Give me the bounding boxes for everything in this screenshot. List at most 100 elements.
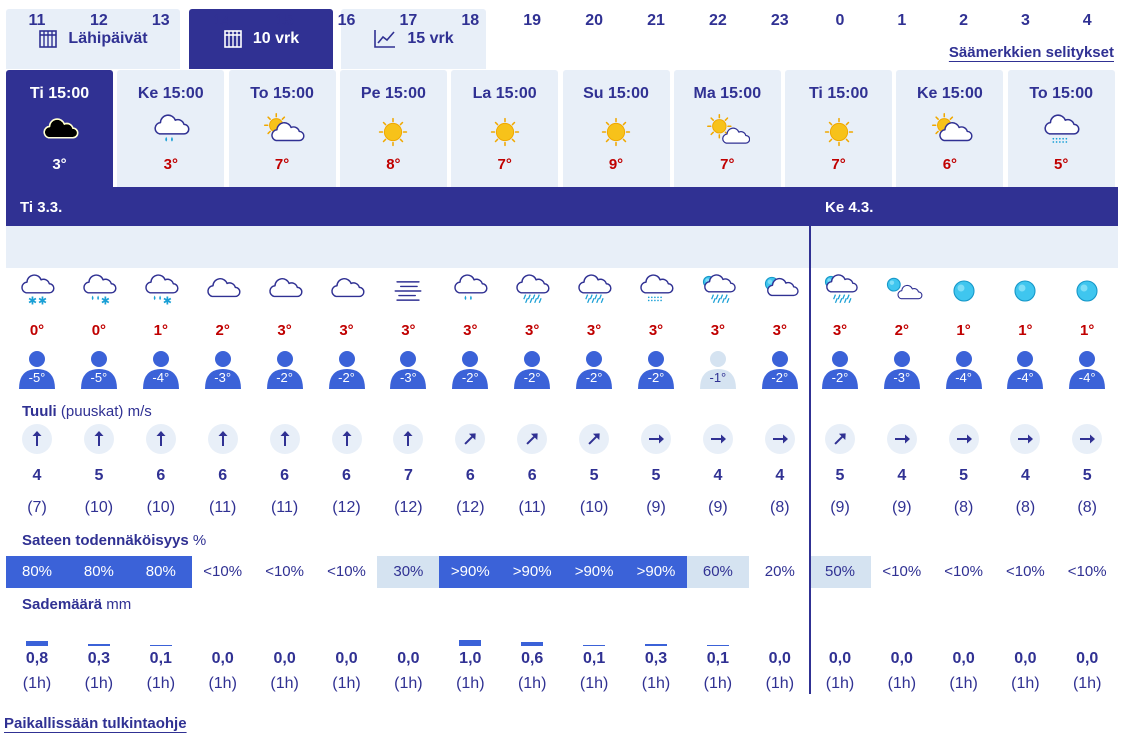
rain-period: (1h) [703, 675, 733, 692]
hours-row [6, 226, 1118, 268]
day-card[interactable]: Pe 15:00 8° [339, 70, 447, 187]
rain-probability: >90% [563, 556, 626, 588]
feels-like-icon: -4° [945, 349, 983, 389]
sun-small-cloud-icon [704, 110, 751, 154]
day-label: Ti 15:00 [808, 85, 869, 102]
day-label: La 15:00 [472, 85, 537, 102]
rain-period: (1h) [579, 675, 609, 692]
wind-arrow-icon [948, 424, 979, 454]
hour-temp: 3° [710, 322, 726, 339]
feels-like-icon: -3° [204, 349, 242, 389]
rain-amount: 0,3 [644, 650, 668, 667]
day-temp: 7° [497, 156, 512, 173]
feels-like-value: -1° [709, 370, 727, 385]
rain-probability: 80% [129, 556, 192, 588]
day-temp: 7° [831, 156, 846, 173]
feels-like-icon: -2° [637, 349, 675, 389]
wind-speed: 6 [156, 467, 166, 484]
day-label: To 15:00 [250, 85, 314, 102]
rain-amount-bar [706, 645, 729, 646]
rain-probability: 50% [809, 556, 871, 588]
wind-gust: (10) [579, 499, 609, 516]
wind-gust: (8) [1077, 499, 1097, 516]
hour-label: 15 [275, 12, 294, 29]
feels-like-icon: -2° [821, 349, 859, 389]
wind-arrow-icon [641, 424, 671, 454]
feels-like-value: -5° [28, 370, 46, 385]
moon-icon [940, 271, 988, 311]
cloud-drizzle-icon [1038, 110, 1084, 154]
rain-amount-bar [645, 644, 667, 646]
wind-arrow-icon [825, 424, 855, 454]
interpretation-guide-link[interactable]: Paikallissään tulkintaohje [4, 715, 187, 732]
feels-like-icon: -2° [761, 349, 799, 389]
feels-like-value: -4° [1017, 370, 1034, 385]
day-label: Ti 15:00 [29, 85, 90, 102]
wind-speed: 5 [651, 467, 661, 484]
rain-period: (1h) [1011, 675, 1040, 692]
day-temp: 6° [942, 156, 958, 173]
moon-icon [1063, 271, 1111, 311]
hour-temp: 3° [277, 322, 292, 339]
hour-label: 14 [213, 12, 232, 29]
hour-temp: 3° [832, 322, 848, 339]
feels-like-icon: -2° [451, 349, 489, 389]
day-card[interactable]: Ti 15:00 3° [6, 70, 113, 187]
svg-text:✱: ✱ [28, 295, 37, 308]
day-card[interactable]: La 15:00 7° [451, 70, 559, 187]
tab-label: Lähipäivät [68, 30, 148, 47]
hour-label: 21 [647, 12, 665, 29]
rain-period: (1h) [825, 675, 855, 692]
feels-like-value: -4° [152, 370, 170, 385]
svg-text:✱: ✱ [38, 295, 47, 308]
fog-icon [384, 271, 432, 311]
feels-like-value: -2° [585, 370, 603, 385]
wind-speed: 4 [1020, 467, 1030, 484]
svg-text:✱: ✱ [163, 295, 172, 308]
rain-period: (1h) [1072, 675, 1102, 692]
wind-speed: 6 [280, 467, 290, 484]
day-card[interactable]: To 15:00 5° [1007, 70, 1115, 187]
feels-like-value: -2° [461, 370, 479, 385]
rain-period: (1h) [456, 675, 485, 692]
rain-amount: 0,3 [87, 650, 111, 667]
day-card[interactable]: Su 15:00 9° [562, 70, 670, 187]
feels-like-value: -4° [955, 370, 972, 385]
moon-cloud-rain-icon [816, 271, 864, 311]
wind-arrow-icon [579, 424, 610, 454]
wind-gust: (8) [770, 499, 790, 516]
symbol-legend-link[interactable]: Säämerkkien selitykset [949, 44, 1114, 61]
cloud-snow-icon: ✱ ✱ [13, 271, 61, 311]
hour-temp: 3° [525, 322, 540, 339]
feels-like-value: -3° [214, 370, 232, 385]
feels-like-value: -2° [523, 370, 541, 385]
hour-label: 1 [897, 12, 907, 29]
cloud-heavy-rain-icon [570, 271, 618, 311]
day-card[interactable]: Ke 15:00 6° [896, 70, 1004, 187]
hour-temp: 1° [153, 322, 168, 339]
rain-probability: <10% [1067, 563, 1107, 580]
cloud-sleet-icon: ✱ [137, 271, 185, 311]
day-card[interactable]: Ma 15:00 7° [673, 70, 781, 187]
cloud-icon [199, 271, 247, 311]
feels-like-icon: -4° [1006, 349, 1044, 389]
wind-gust: (11) [209, 499, 237, 516]
rain-amount: 0,0 [335, 650, 358, 667]
calendar-icon [39, 30, 58, 48]
day-card[interactable]: Ti 15:00 7° [785, 70, 893, 187]
hour-label: 16 [337, 12, 356, 29]
rain-period: (1h) [887, 675, 917, 692]
hour-temp: 1° [1080, 322, 1095, 339]
moon-cloud-icon [756, 271, 804, 311]
day-card[interactable]: Ke 15:00 3° [117, 70, 225, 187]
wind-arrow-icon [269, 424, 300, 454]
moon-cloud-rain-icon [694, 271, 742, 311]
feels-like-value: -2° [647, 370, 665, 385]
rain-probability: >90% [625, 556, 687, 588]
rain-probability: 30% [377, 556, 440, 588]
wind-arrow-icon [145, 424, 176, 454]
day-card[interactable]: To 15:00 7° [228, 70, 336, 187]
cloud-icon [37, 110, 83, 154]
wind-gust: (8) [1015, 499, 1036, 516]
wind-gust: (11) [270, 499, 299, 516]
